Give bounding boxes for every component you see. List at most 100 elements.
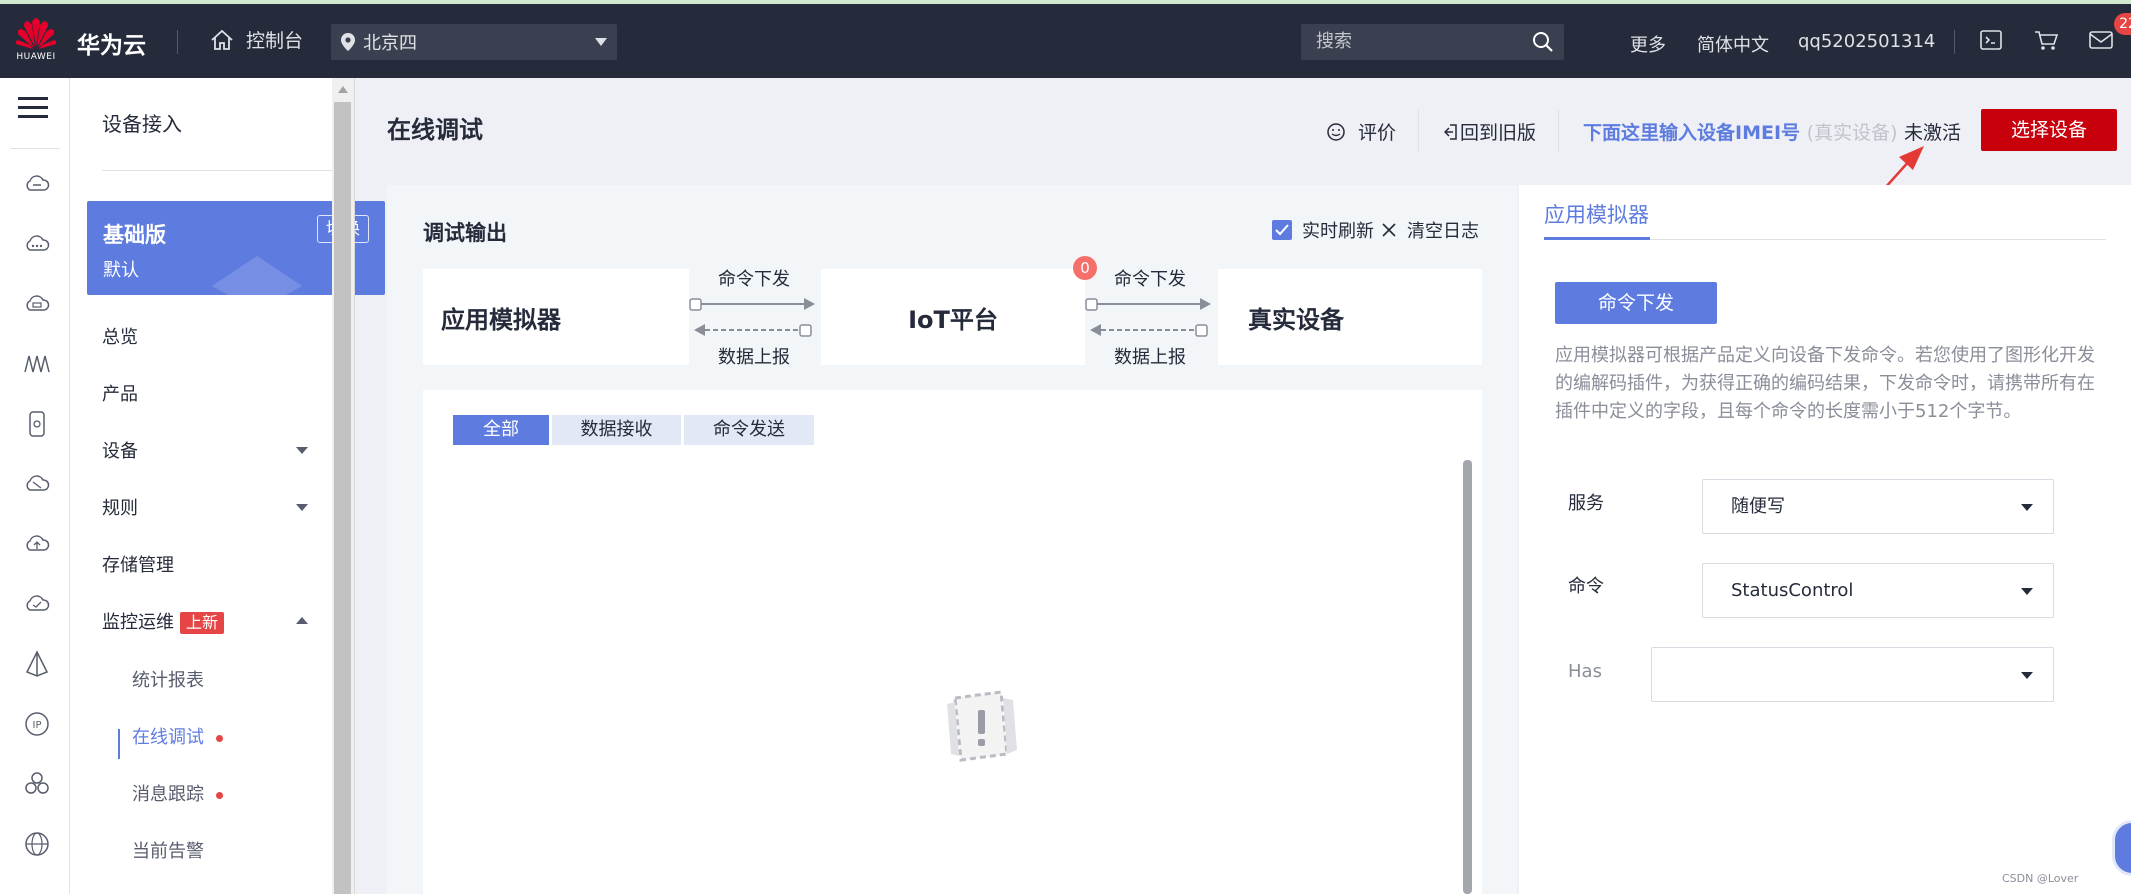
realtime-refresh-label: 实时刷新 [1302,221,1374,242]
cloud-dots-icon[interactable] [23,230,51,258]
cloud-storage-icon[interactable] [23,290,51,318]
language-switch[interactable]: 简体中文 [1697,31,1769,57]
flow-app-simulator-label: 应用模拟器 [441,305,561,334]
home-icon [211,29,233,50]
region-selector[interactable]: 北京四 [331,24,617,60]
scrollbar-thumb[interactable] [334,102,351,894]
chevron-down-icon[interactable] [296,504,308,511]
search-icon[interactable] [1532,31,1554,53]
tab-data-receive[interactable]: 数据接收 [552,415,681,445]
logo-text: HUAWEI [16,52,56,62]
side-menu-title: 设备接入 [102,112,182,136]
service-label: 服务 [1568,493,1604,514]
service-select[interactable]: 随便写 [1702,479,2054,534]
menu-item-monitor[interactable]: 监控运维 上新 [102,608,225,634]
svg-text:IP: IP [33,720,42,731]
more-menu[interactable]: 更多 [1630,31,1666,57]
brand-name[interactable]: 华为云 [77,26,146,60]
back-to-old-version-link[interactable]: 回到旧版 [1444,118,1536,145]
red-dot-indicator [216,734,223,742]
watermark: CSDN @Lover [2002,872,2079,885]
divider [102,170,346,171]
hamburger-menu-icon[interactable] [18,96,48,120]
imei-hint-sub: (真实设备) [1806,122,1898,144]
flow-real-device: 真实设备 [1218,269,1482,365]
rate-label: 评价 [1358,122,1397,144]
divider [1954,30,1955,54]
cloud-check-icon[interactable] [23,590,51,618]
rate-button[interactable]: 评价 [1326,118,1396,145]
chevron-down-icon[interactable] [296,447,308,454]
globe-icon[interactable] [23,830,51,858]
divider [1558,110,1559,152]
menu-item-product[interactable]: 产品 [102,380,138,406]
submenu-item-online-debug[interactable]: 在线调试 [132,723,223,749]
send-command-button[interactable]: 命令下发 [1555,282,1717,324]
search-placeholder: 搜索 [1316,31,1352,52]
submenu-item-stats[interactable]: 统计报表 [132,666,204,692]
checkbox-checked-icon[interactable] [1272,220,1292,240]
menu-item-device[interactable]: 设备 [102,437,138,463]
cloud-server-icon[interactable] [23,170,51,198]
realtime-refresh-checkbox[interactable]: 实时刷新 [1272,217,1374,243]
plan-decoration-icon [212,256,302,295]
message-count-badge: 0 [1073,256,1097,280]
console-label: 控制台 [246,30,304,52]
submenu-item-alarms[interactable]: 当前告警 [132,837,204,863]
cart-icon[interactable] [2034,30,2058,52]
command-select[interactable]: StatusControl [1702,563,2054,618]
plan-title: 基础版 [103,223,166,247]
waveform-icon[interactable] [23,350,51,378]
cloud-link-icon[interactable] [23,470,51,498]
close-icon [1382,223,1396,237]
choose-device-button[interactable]: 选择设备 [1981,109,2117,151]
device-icon[interactable] [23,410,51,438]
mail-icon[interactable] [2089,30,2113,50]
console-link[interactable]: 控制台 [210,26,303,53]
flow-real-device-label: 真实设备 [1248,305,1344,334]
search-input[interactable]: 搜索 [1301,24,1564,60]
clear-log-button[interactable]: 清空日志 [1381,217,1479,243]
rail-divider [10,148,60,149]
pyramid-icon[interactable] [23,650,51,678]
huawei-flower-icon [15,18,57,49]
menu-item-storage[interactable]: 存储管理 [102,551,174,577]
cloud-upload-icon[interactable] [23,530,51,558]
ip-icon[interactable]: IP [23,710,51,738]
chevron-up-icon[interactable] [296,617,308,624]
side-menu-scrollbar[interactable] [332,78,355,894]
submenu-item-msg-trace[interactable]: 消息跟踪 [132,780,223,806]
tab-command-send[interactable]: 命令发送 [684,415,814,445]
region-value: 北京四 [363,33,417,54]
user-account[interactable]: qq5202501314 [1798,31,1935,52]
command-select-value: StatusControl [1731,580,1854,601]
log-scrollbar[interactable] [1463,460,1472,894]
imei-hint-text: 下面这里输入设备IMEI号 [1583,122,1801,144]
cluster-icon[interactable] [23,770,51,798]
menu-item-rules[interactable]: 规则 [102,494,138,520]
divider [1418,110,1419,152]
top-navigation-bar: HUAWEI 华为云 控制台 北京四 搜索 更多 简体中文 qq52025013… [0,4,2131,78]
scroll-up-arrow-icon[interactable] [338,86,348,93]
flow-arrows-1-icon [689,298,815,337]
page-title: 在线调试 [387,116,483,144]
submenu-item-msg-trace-label: 消息跟踪 [132,784,204,805]
debug-output-panel: 调试输出 实时刷新 清空日志 应用模拟器 IoT平台 真实设备 命令下发 数据上… [387,185,1517,894]
device-status: 未激活 [1904,122,1962,144]
tab-app-simulator[interactable]: 应用模拟器 [1544,199,1649,229]
huawei-logo[interactable]: HUAWEI [14,16,58,66]
flow-iot-platform: IoT平台 [821,269,1085,365]
service-select-value: 随便写 [1731,496,1785,517]
chevron-down-icon [2021,588,2033,595]
debug-output-title: 调试输出 [423,221,507,245]
service-icon-rail: IP [0,78,70,894]
floating-help-button[interactable] [2112,820,2131,876]
terminal-icon[interactable] [1980,30,2002,50]
chevron-down-icon [2021,504,2033,511]
side-menu: 设备接入 基础版 默认 切换 总览 产品 设备 规则 存储管理 监控运维上新 统… [70,78,385,894]
menu-item-overview[interactable]: 总览 [102,323,138,349]
submenu-item-online-debug-label: 在线调试 [132,727,204,748]
tab-all[interactable]: 全部 [453,415,549,445]
has-select[interactable] [1651,647,2054,702]
smiley-icon [1327,122,1345,141]
